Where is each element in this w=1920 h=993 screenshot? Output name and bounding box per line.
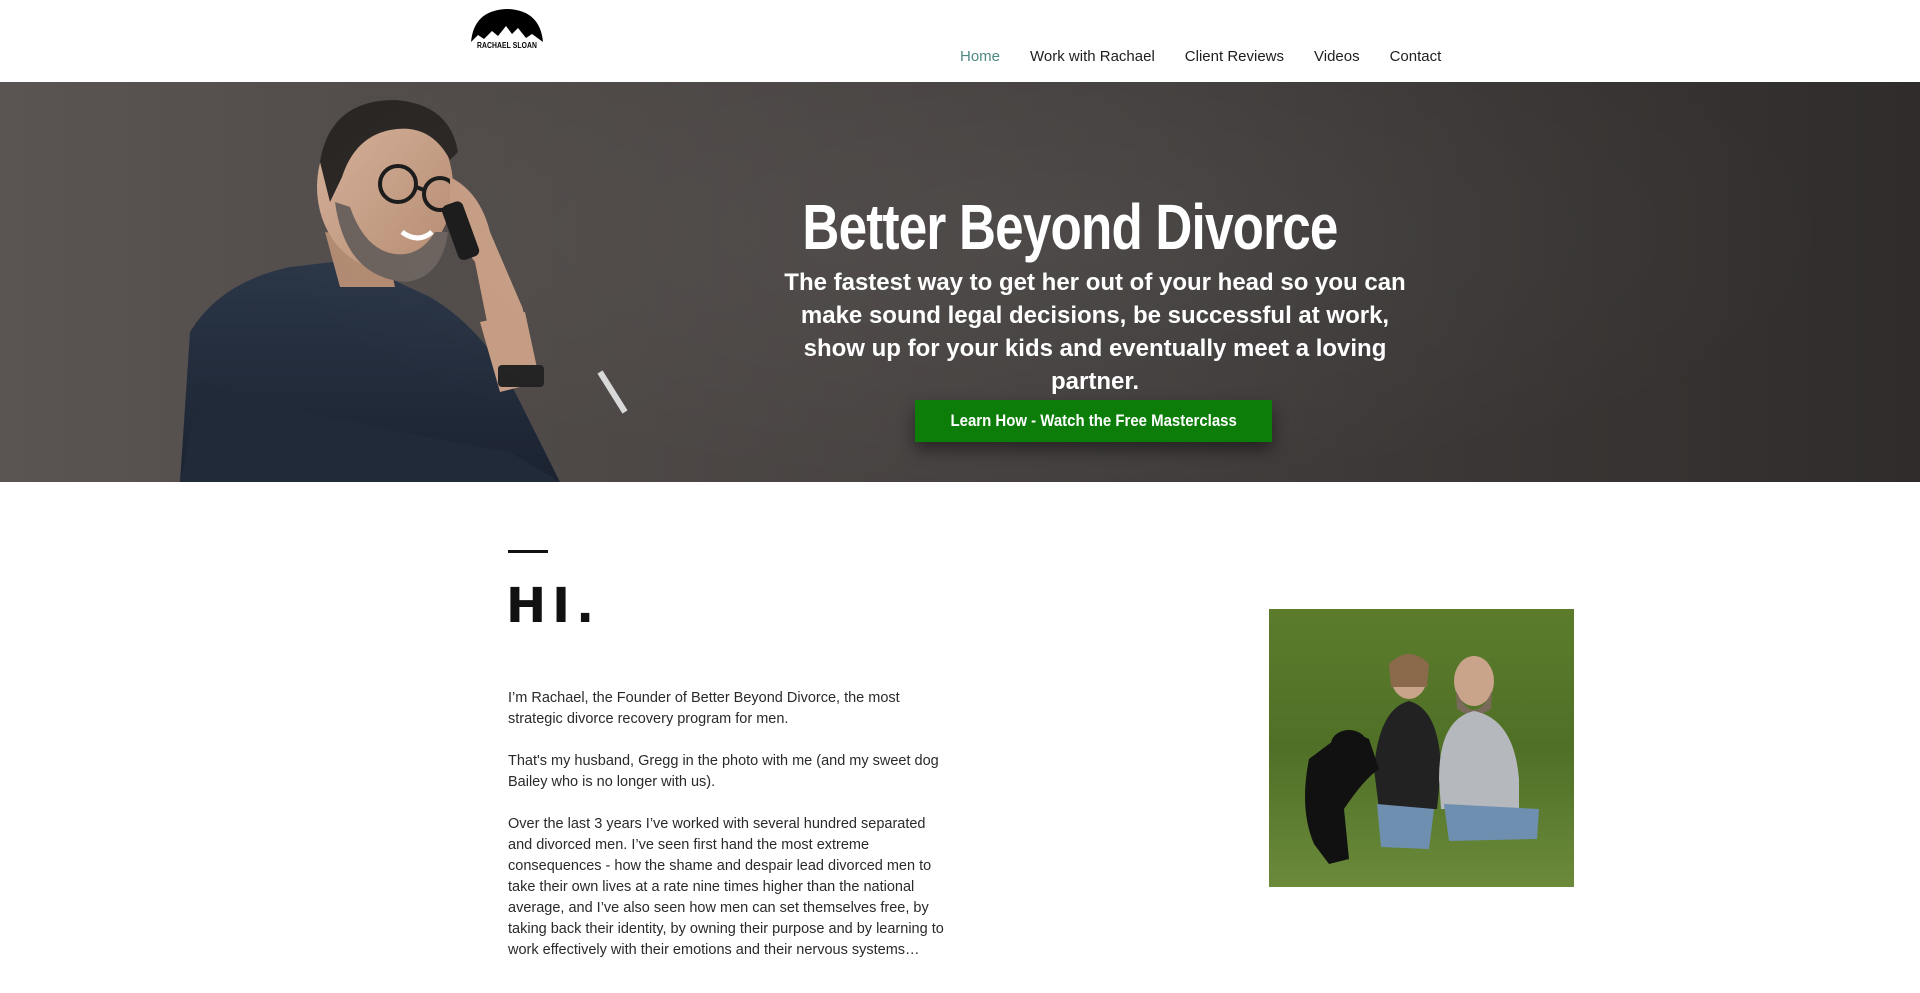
- nav-client-reviews[interactable]: Client Reviews: [1170, 47, 1299, 67]
- nav-videos[interactable]: Videos: [1299, 47, 1375, 67]
- watch-masterclass-button[interactable]: Learn How - Watch the Free Masterclass: [915, 400, 1272, 442]
- about-paragraph: I’m Rachael, the Founder of Better Beyon…: [508, 690, 900, 727]
- about-text: I’m Rachael, the Founder of Better Beyon…: [508, 688, 953, 982]
- rachael-sloan-logo[interactable]: RACHAEL SLOAN: [468, 6, 546, 56]
- about-paragraph: That's my husband, Gregg in the photo wi…: [508, 753, 939, 790]
- rachael-and-gregg-photo: [1269, 609, 1574, 887]
- nav-home[interactable]: Home: [945, 47, 1015, 67]
- main-nav: Home Work with Rachael Client Reviews Vi…: [945, 47, 1456, 67]
- hero-man-on-phone-image: [180, 100, 628, 482]
- couple-with-dog-image: [1269, 609, 1574, 887]
- section-divider: [508, 550, 548, 553]
- hero-title: Better Beyond Divorce: [802, 191, 1338, 263]
- hero-subtitle: The fastest way to get her out of your h…: [784, 269, 1406, 395]
- logo-text: RACHAEL SLOAN: [477, 41, 537, 50]
- hero-banner: Better Beyond Divorce The fastest way to…: [0, 82, 1920, 482]
- about-paragraph: Over the last 3 years I’ve worked with s…: [508, 816, 944, 958]
- nav-work-with-rachael[interactable]: Work with Rachael: [1015, 47, 1170, 67]
- nav-contact[interactable]: Contact: [1375, 47, 1457, 67]
- site-header: RACHAEL SLOAN Home Work with Rachael Cli…: [0, 0, 1920, 82]
- about-heading: HI.: [506, 578, 601, 634]
